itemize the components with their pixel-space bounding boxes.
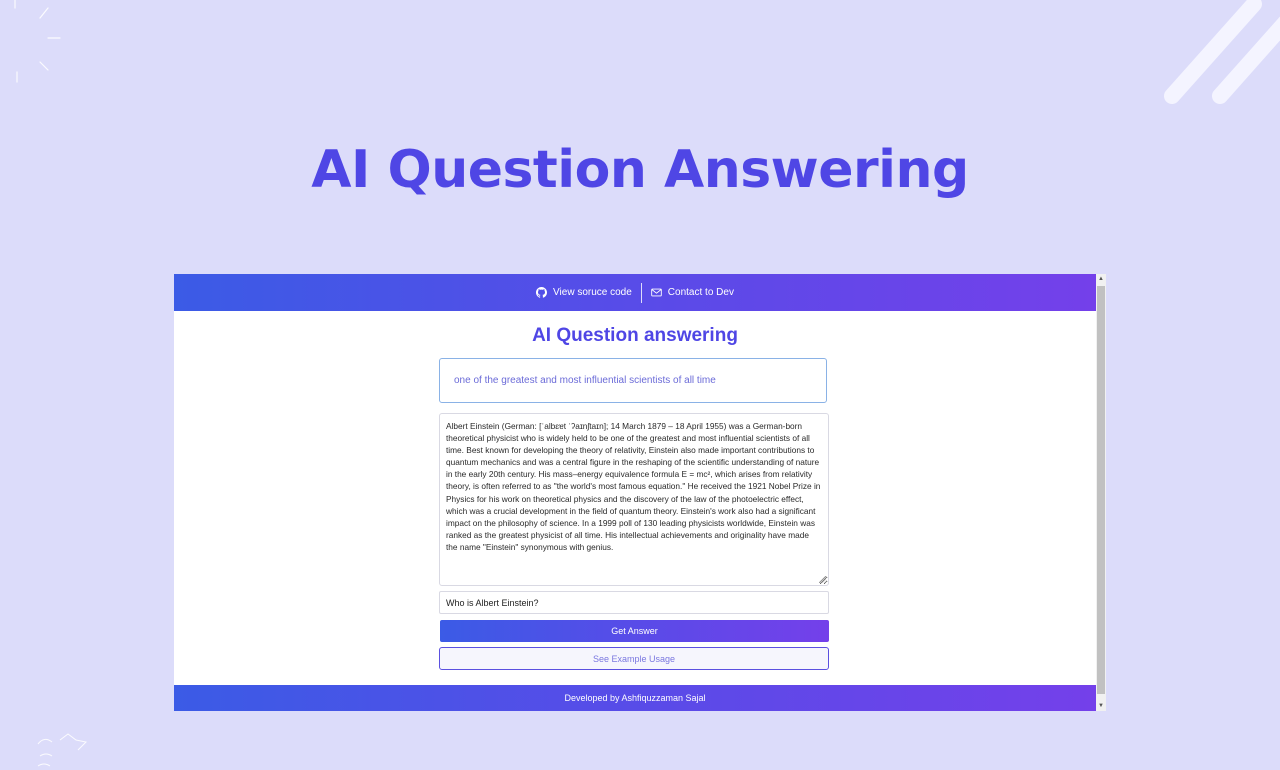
view-source-link[interactable]: View soruce code: [536, 287, 632, 298]
resize-handle-icon[interactable]: [819, 576, 826, 583]
decorative-lines-top-left: [14, 0, 61, 83]
footer: Developed by Ashfiquzzaman Sajal: [174, 685, 1096, 711]
view-source-label: View soruce code: [553, 287, 632, 298]
scrollbar-thumb[interactable]: [1097, 286, 1105, 694]
github-icon: [536, 287, 548, 298]
nav-divider: [640, 282, 642, 303]
see-example-button[interactable]: See Example Usage: [439, 647, 829, 670]
page-title: AI Question Answering: [311, 140, 969, 200]
decorative-stripes-top-right: [1164, 0, 1280, 104]
main-content: AI Question answering Albert Einstein (G…: [174, 311, 1096, 685]
app-heading: AI Question answering: [532, 325, 738, 346]
passage-text: Albert Einstein (German: [ˈalbɛɐt ˈʔaɪnʃ…: [446, 421, 821, 552]
contact-dev-link[interactable]: Contact to Dev: [651, 287, 734, 298]
question-input[interactable]: [439, 591, 829, 614]
scroll-down-arrow-icon[interactable]: ▼: [1096, 701, 1106, 711]
top-nav-bar: View soruce code Contact to Dev: [174, 274, 1096, 311]
passage-textarea[interactable]: Albert Einstein (German: [ˈalbɛɐt ˈʔaɪnʃ…: [439, 413, 829, 586]
get-answer-button[interactable]: Get Answer: [440, 620, 829, 642]
scrollbar[interactable]: ▲ ▼: [1096, 274, 1106, 711]
contact-dev-label: Contact to Dev: [667, 287, 734, 298]
context-input[interactable]: [439, 358, 827, 403]
footer-credit: Developed by Ashfiquzzaman Sajal: [564, 693, 706, 703]
mail-icon: [651, 288, 662, 297]
decorative-squiggle-bottom-left: [37, 733, 88, 767]
app-window: View soruce code Contact to Dev AI Quest…: [174, 274, 1106, 711]
scroll-up-arrow-icon[interactable]: ▲: [1096, 274, 1106, 284]
